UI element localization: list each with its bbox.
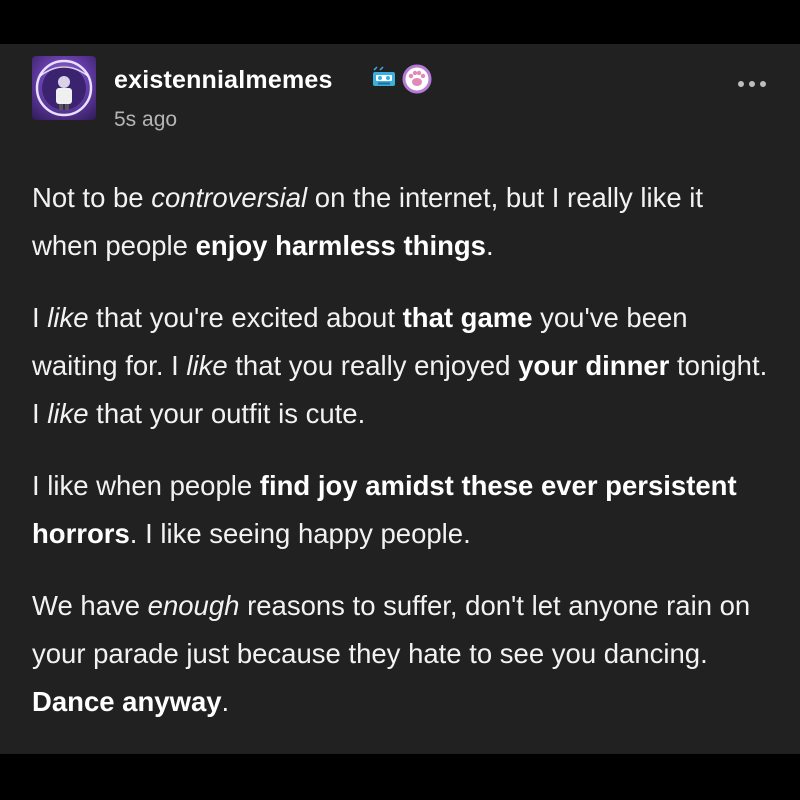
text: I	[32, 302, 48, 333]
emphasis-text: like	[47, 398, 89, 429]
dot	[760, 81, 766, 87]
paragraph-3: I like when people find joy amidst these…	[32, 462, 772, 558]
paragraph-2: I like that you're excited about that ga…	[32, 294, 772, 438]
text: .	[221, 686, 230, 717]
emphasis-text: like	[186, 350, 228, 381]
post-timestamp[interactable]: 5s ago	[114, 108, 177, 132]
text: We have	[32, 590, 148, 621]
bold-text: Dance anyway	[32, 686, 222, 717]
text: I like when people	[32, 470, 260, 501]
badge-group	[370, 64, 432, 99]
dot	[738, 81, 744, 87]
text: Not to be	[32, 182, 152, 213]
avatar[interactable]	[32, 56, 96, 120]
emphasis-text: like	[47, 302, 89, 333]
bold-text: your dinner	[518, 350, 670, 381]
author-username[interactable]: existennialmemes	[114, 66, 333, 95]
bold-text: that game	[402, 302, 533, 333]
post-card: existennialmemes 5s ago Not to be contro…	[0, 44, 800, 754]
text: that you really enjoyed	[227, 350, 519, 381]
post-body: Not to be controversial on the internet,…	[32, 174, 772, 750]
text: .	[485, 230, 494, 261]
cat-paw-badge-icon[interactable]	[402, 64, 432, 99]
emphasis-text: enough	[147, 590, 240, 621]
post-header: existennialmemes 5s ago	[32, 56, 776, 131]
text: . I like seeing happy people.	[129, 518, 471, 549]
dot	[749, 81, 755, 87]
emphasis-text: controversial	[151, 182, 308, 213]
paragraph-4: We have enough reasons to suffer, don't …	[32, 582, 772, 726]
vhs-tape-badge-icon[interactable]	[370, 65, 398, 98]
paragraph-1: Not to be controversial on the internet,…	[32, 174, 772, 270]
text: that you're excited about	[88, 302, 403, 333]
bold-text: enjoy harmless things	[195, 230, 486, 261]
text: that your outfit is cute.	[88, 398, 366, 429]
more-options-icon[interactable]	[732, 74, 772, 94]
